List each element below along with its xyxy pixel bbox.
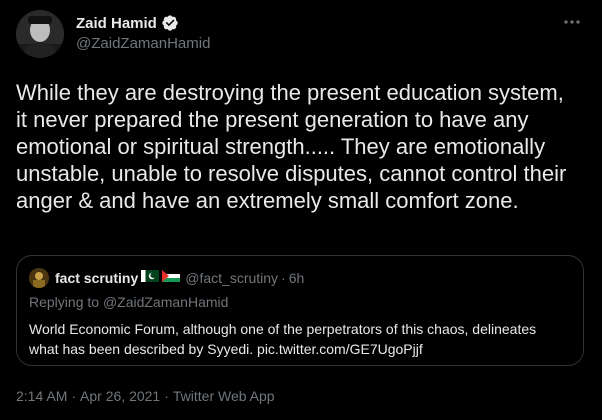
author-handle[interactable]: @ZaidZamanHamid <box>76 35 210 52</box>
more-options-icon[interactable] <box>558 12 586 34</box>
meta-separator-2: · <box>164 388 169 404</box>
palestine-flag-icon <box>162 269 181 287</box>
quoted-author-name: fact scrutiny <box>55 270 139 286</box>
tweet-time[interactable]: 2:14 AM <box>16 388 67 404</box>
tweet-source: Twitter Web App <box>172 388 275 404</box>
quoted-separator: · <box>281 270 286 286</box>
tweet-header: Zaid Hamid @ZaidZamanHamid <box>16 10 586 60</box>
replying-to-handle: @ZaidZamanHamid <box>102 294 229 310</box>
tweet-date[interactable]: Apr 26, 2021 <box>80 388 160 404</box>
quoted-tweet[interactable]: fact scrutiny @fact_scrutiny · 6h Replyi… <box>16 255 584 366</box>
replying-to: Replying to @ZaidZamanHamid <box>29 294 228 310</box>
author-info: Zaid Hamid @ZaidZamanHamid <box>76 13 210 53</box>
display-name-row: Zaid Hamid <box>76 13 210 33</box>
tweet-card: Zaid Hamid @ZaidZamanHamid While they ar… <box>0 0 602 420</box>
tweet-metadata: 2:14 AM · Apr 26, 2021 · Twitter Web App <box>16 388 275 404</box>
meta-separator-1: · <box>71 388 77 404</box>
verified-badge-icon <box>161 14 179 32</box>
quoted-author-handle: @fact_scrutiny <box>185 270 279 286</box>
author-display-name[interactable]: Zaid Hamid <box>76 15 157 32</box>
pakistan-flag-icon <box>141 269 160 287</box>
author-avatar[interactable] <box>16 10 64 58</box>
replying-to-prefix: Replying to <box>29 294 103 310</box>
quoted-author-avatar <box>29 268 49 288</box>
quoted-timestamp: 6h <box>288 270 305 286</box>
tweet-text: While they are destroying the present ed… <box>16 80 567 213</box>
quoted-tweet-header: fact scrutiny @fact_scrutiny · 6h <box>29 268 304 288</box>
quoted-tweet-text: World Economic Forum, although one of th… <box>29 321 537 357</box>
